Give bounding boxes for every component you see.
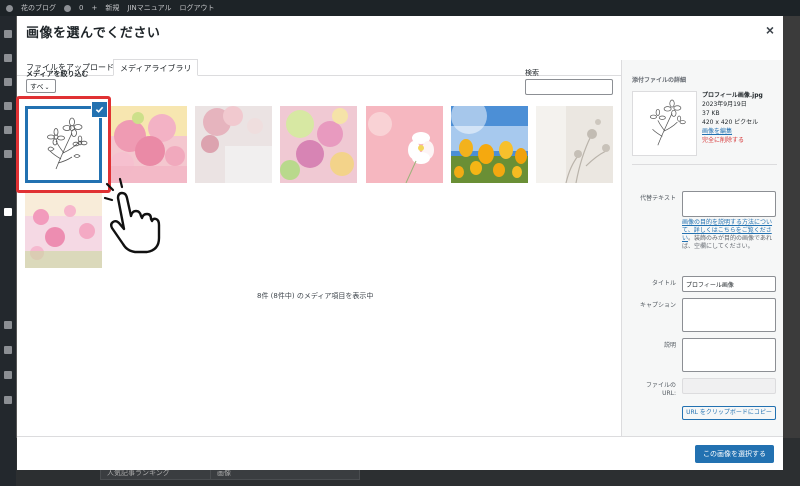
attachment-details-panel: 添付ファイルの詳細 プロフィール画像.jpg 2023年9月19日 37 KB … bbox=[621, 60, 783, 436]
title-field[interactable]: プロフィール画像 bbox=[682, 276, 776, 292]
admin-bar-comment-count[interactable]: 0 bbox=[79, 4, 83, 12]
media-filter-select[interactable]: すべ⌄ bbox=[26, 79, 56, 93]
details-heading: 添付ファイルの詳細 bbox=[632, 77, 687, 84]
media-item-tulip-field[interactable] bbox=[451, 106, 528, 183]
users-icon[interactable] bbox=[4, 346, 12, 354]
details-dimensions: 420 x 420 ピクセル bbox=[702, 119, 759, 126]
settings-icon[interactable] bbox=[4, 396, 12, 404]
admin-bar-site-name[interactable]: 花のブログ bbox=[21, 3, 56, 13]
admin-sidebar bbox=[0, 16, 16, 486]
media-icon[interactable] bbox=[4, 78, 12, 86]
search-label: 検索 bbox=[525, 69, 539, 77]
admin-bar-jin-manual[interactable]: JINマニュアル bbox=[127, 3, 171, 13]
details-date: 2023年9月19日 bbox=[702, 101, 747, 108]
dashboard-icon[interactable] bbox=[4, 30, 12, 38]
filter-label: メディアを絞り込む bbox=[26, 70, 89, 78]
modal-title: 画像を選んでください bbox=[26, 26, 161, 41]
media-item-pink-cosmos[interactable] bbox=[366, 106, 443, 183]
caption-field[interactable] bbox=[682, 298, 776, 332]
admin-bar-logout[interactable]: ログアウト bbox=[180, 3, 215, 13]
alt-text-help: 画像の目的を説明する方法について、詳しくはこちらをご覧ください。装飾のみが目的の… bbox=[682, 219, 777, 251]
admin-bar-new[interactable]: 新規 bbox=[105, 3, 119, 13]
tools-icon[interactable] bbox=[4, 371, 12, 379]
media-item-pink-carnations[interactable] bbox=[195, 106, 272, 183]
alt-text-field[interactable] bbox=[682, 191, 776, 217]
details-filename: プロフィール画像.jpg bbox=[702, 92, 763, 99]
media-item-flower-shadow[interactable] bbox=[536, 106, 613, 183]
search-input[interactable] bbox=[525, 79, 613, 95]
details-filesize: 37 KB bbox=[702, 110, 720, 117]
filter-selected-value: すべ bbox=[30, 83, 44, 91]
tab-media-library[interactable]: メディアライブラリ bbox=[113, 59, 199, 76]
details-file-info: プロフィール画像.jpg 2023年9月19日 37 KB 420 x 420 … bbox=[702, 91, 782, 145]
pointing-hand-icon bbox=[103, 177, 161, 254]
description-field[interactable] bbox=[682, 338, 776, 372]
media-count-text: 8件 (8件中) のメディア項目を表示中 bbox=[257, 292, 374, 300]
alt-text-help-text: 。装飾のみが目的の画像であれば、空欄にしてください。 bbox=[682, 235, 772, 250]
appearance-icon[interactable] bbox=[4, 150, 12, 158]
copy-url-button[interactable]: URL をクリップボードにコピー bbox=[682, 406, 776, 420]
plugins-icon[interactable] bbox=[4, 321, 12, 329]
description-label: 説明 bbox=[663, 342, 676, 349]
details-divider bbox=[632, 164, 777, 165]
close-icon[interactable]: × bbox=[766, 22, 774, 38]
pages-icon[interactable] bbox=[4, 102, 12, 110]
media-item-colorful-flowers[interactable] bbox=[280, 106, 357, 183]
details-thumbnail bbox=[632, 91, 697, 156]
file-url-field[interactable] bbox=[682, 378, 776, 394]
appearance-active-icon[interactable] bbox=[4, 208, 12, 216]
comments-icon[interactable] bbox=[4, 126, 12, 134]
caption-label: キャプション bbox=[639, 302, 676, 309]
file-url-label: ファイルの URL: bbox=[645, 382, 676, 397]
media-item-cosmos-field[interactable] bbox=[25, 191, 102, 268]
edit-image-link[interactable]: 画像を編集 bbox=[702, 127, 782, 136]
posts-icon[interactable] bbox=[4, 54, 12, 62]
modal-footer: この画像を選択する bbox=[17, 436, 783, 470]
media-item-pink-flowers-water[interactable] bbox=[110, 106, 187, 183]
wordpress-logo-icon[interactable] bbox=[6, 4, 13, 12]
checkmark-icon[interactable] bbox=[92, 102, 107, 117]
delete-permanently-link[interactable]: 完全に削除する bbox=[702, 136, 782, 145]
background-right-edge bbox=[783, 16, 800, 486]
select-image-button[interactable]: この画像を選択する bbox=[695, 445, 774, 463]
admin-bar: 花のブログ 0 + 新規 JINマニュアル ログアウト bbox=[0, 0, 800, 16]
chevron-down-icon: ⌄ bbox=[44, 84, 50, 91]
plus-icon[interactable]: + bbox=[91, 4, 97, 12]
title-label: タイトル bbox=[651, 280, 676, 287]
alt-text-label: 代替テキスト bbox=[640, 195, 676, 202]
comment-icon[interactable] bbox=[64, 4, 71, 12]
media-modal: 画像を選んでください × ファイルをアップロード メディアライブラリ メディアを… bbox=[16, 16, 783, 470]
